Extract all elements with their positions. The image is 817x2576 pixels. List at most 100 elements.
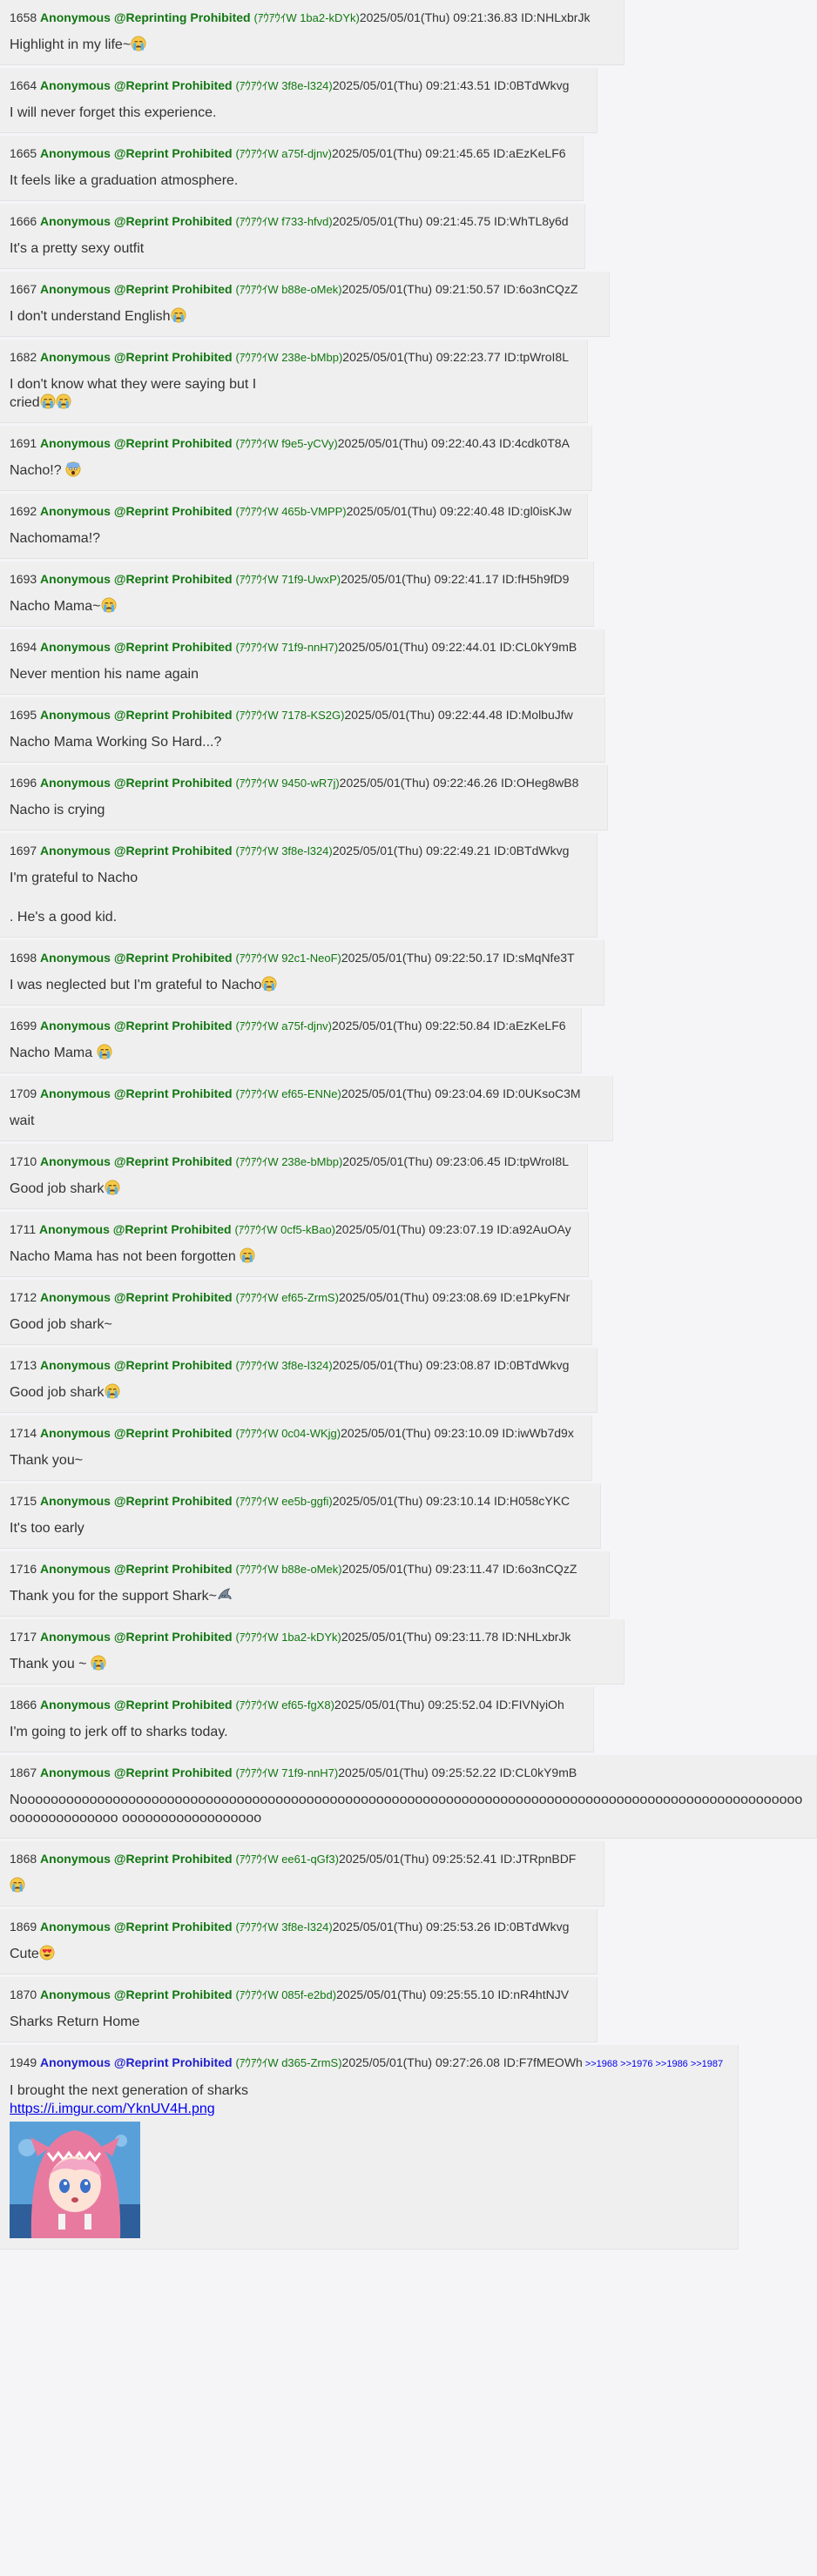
post-number[interactable]: 1658 — [10, 10, 37, 24]
poster-name[interactable]: Anonymous — [40, 1852, 111, 1866]
post-number[interactable]: 1714 — [10, 1426, 37, 1440]
poster-id[interactable]: ID:0BTdWkvg — [494, 1358, 569, 1372]
post-number[interactable]: 1682 — [10, 350, 37, 364]
poster-name[interactable]: Anonymous — [40, 951, 111, 965]
post-number[interactable]: 1869 — [10, 1920, 37, 1934]
poster-name[interactable]: Anonymous — [40, 436, 111, 450]
poster-name[interactable]: Anonymous — [40, 776, 111, 790]
post-number[interactable]: 1699 — [10, 1019, 37, 1032]
post-number[interactable]: 1866 — [10, 1698, 37, 1712]
poster-id[interactable]: ID:0UKsoC3M — [503, 1086, 580, 1100]
poster-id[interactable]: ID:6o3nCQzZ — [503, 1562, 577, 1576]
poster-id[interactable]: ID:CL0kY9mB — [500, 640, 577, 654]
poster-name[interactable]: Anonymous — [40, 504, 111, 518]
post-number[interactable]: 1693 — [10, 572, 37, 586]
poster-name[interactable]: Anonymous — [40, 2055, 111, 2069]
poster-id[interactable]: ID:MolbuJfw — [506, 708, 573, 722]
poster-name[interactable]: Anonymous — [40, 640, 111, 654]
post-number[interactable]: 1697 — [10, 844, 37, 858]
poster-name[interactable]: Anonymous — [40, 146, 111, 160]
poster-name[interactable]: Anonymous — [40, 1154, 111, 1168]
poster-id[interactable]: ID:WhTL8y6d — [494, 214, 569, 228]
poster-id[interactable]: ID:NHLxbrJk — [521, 10, 590, 24]
poster-name[interactable]: Anonymous — [40, 1358, 111, 1372]
poster-trip: (ｱｳｱｳｲW 465b-VMPP) — [235, 505, 347, 518]
poster-name[interactable]: Anonymous — [40, 282, 111, 296]
post-number[interactable]: 1867 — [10, 1766, 37, 1779]
post-number[interactable]: 1713 — [10, 1358, 37, 1372]
poster-id[interactable]: ID:CL0kY9mB — [500, 1766, 577, 1779]
poster-name[interactable]: Anonymous — [40, 1426, 111, 1440]
backlink[interactable]: >>1986 — [655, 2059, 687, 2069]
poster-id[interactable]: ID:a92AuOAy — [496, 1222, 571, 1236]
poster-id[interactable]: ID:gl0isKJw — [508, 504, 571, 518]
post-number[interactable]: 1868 — [10, 1852, 37, 1866]
poster-id[interactable]: ID:0BTdWkvg — [494, 78, 569, 92]
image-link[interactable]: https://i.imgur.com/YknUV4H.png — [10, 2100, 729, 2118]
poster-name[interactable]: Anonymous — [40, 1920, 111, 1934]
poster-name[interactable]: Anonymous — [40, 844, 111, 858]
post-number[interactable]: 1716 — [10, 1562, 37, 1576]
poster-id[interactable]: ID:0BTdWkvg — [494, 844, 569, 858]
poster-name[interactable]: Anonymous — [40, 350, 111, 364]
poster-name[interactable]: Anonymous — [40, 78, 111, 92]
post-number[interactable]: 1698 — [10, 951, 37, 965]
poster-id[interactable]: ID:e1PkyFNr — [500, 1290, 570, 1304]
backlink[interactable]: >>1976 — [620, 2059, 652, 2069]
image-thumbnail[interactable] — [10, 2122, 140, 2238]
post-number[interactable]: 1692 — [10, 504, 37, 518]
post-number[interactable]: 1709 — [10, 1086, 37, 1100]
poster-id[interactable]: ID:OHeg8wB8 — [501, 776, 578, 790]
poster-name[interactable]: Anonymous — [40, 572, 111, 586]
backlink[interactable]: >>1987 — [691, 2059, 723, 2069]
poster-name[interactable]: Anonymous — [40, 214, 111, 228]
post-number[interactable]: 1715 — [10, 1494, 37, 1508]
poster-id[interactable]: ID:aEzKeLF6 — [493, 146, 565, 160]
post-number[interactable]: 1691 — [10, 436, 37, 450]
post-number[interactable]: 1696 — [10, 776, 37, 790]
poster-name[interactable]: Anonymous — [39, 1222, 110, 1236]
post-date: 2025/05/01(Thu) 09:22:44.01 — [338, 640, 496, 654]
post-number[interactable]: 1711 — [10, 1222, 36, 1236]
poster-id[interactable]: ID:sMqNfe3T — [503, 951, 574, 965]
post-number[interactable]: 1870 — [10, 1987, 37, 2001]
poster-id[interactable]: ID:NHLxbrJk — [502, 1630, 571, 1644]
post-number[interactable]: 1717 — [10, 1630, 37, 1644]
poster-id[interactable]: ID:tpWroI8L — [504, 1154, 569, 1168]
poster-id[interactable]: ID:aEzKeLF6 — [493, 1019, 565, 1032]
post-number[interactable]: 1695 — [10, 708, 37, 722]
poster-id[interactable]: ID:H058cYKC — [494, 1494, 570, 1508]
post: 1709 Anonymous @Reprint Prohibited (ｱｳｱｳ… — [0, 1076, 613, 1141]
poster-name[interactable]: Anonymous — [40, 1019, 111, 1032]
poster-id[interactable]: ID:iwWb7d9x — [502, 1426, 573, 1440]
post-number[interactable]: 1712 — [10, 1290, 37, 1304]
poster-id[interactable]: ID:nR4htNJV — [497, 1987, 569, 2001]
poster-id[interactable]: ID:JTRpnBDF — [500, 1852, 576, 1866]
post-date: 2025/05/01(Thu) 09:21:43.51 — [332, 78, 491, 92]
post-number[interactable]: 1665 — [10, 146, 37, 160]
poster-id[interactable]: ID:0BTdWkvg — [494, 1920, 569, 1934]
poster-id[interactable]: ID:fH5h9fD9 — [502, 572, 569, 586]
poster-id[interactable]: ID:6o3nCQzZ — [503, 282, 578, 296]
poster-name[interactable]: Anonymous — [40, 1766, 111, 1779]
post-number[interactable]: 1710 — [10, 1154, 37, 1168]
poster-name[interactable]: Anonymous — [40, 1987, 111, 2001]
post-number[interactable]: 1949 — [10, 2055, 37, 2069]
poster-name[interactable]: Anonymous — [40, 1630, 111, 1644]
backlink[interactable]: >>1968 — [585, 2059, 618, 2069]
poster-id[interactable]: ID:tpWroI8L — [504, 350, 569, 364]
poster-name[interactable]: Anonymous — [40, 1494, 111, 1508]
poster-name[interactable]: Anonymous — [40, 708, 111, 722]
poster-id[interactable]: ID:FIVNyiOh — [496, 1698, 564, 1712]
poster-id[interactable]: ID:4cdk0T8A — [499, 436, 570, 450]
poster-name[interactable]: Anonymous — [40, 1698, 111, 1712]
post-number[interactable]: 1694 — [10, 640, 37, 654]
post-number[interactable]: 1664 — [10, 78, 37, 92]
poster-name[interactable]: Anonymous — [40, 10, 111, 24]
post-number[interactable]: 1666 — [10, 214, 37, 228]
post-number[interactable]: 1667 — [10, 282, 37, 296]
poster-id[interactable]: ID:F7fMEOWh — [503, 2055, 583, 2069]
poster-name[interactable]: Anonymous — [40, 1290, 111, 1304]
poster-name[interactable]: Anonymous — [40, 1562, 111, 1576]
poster-name[interactable]: Anonymous — [40, 1086, 111, 1100]
